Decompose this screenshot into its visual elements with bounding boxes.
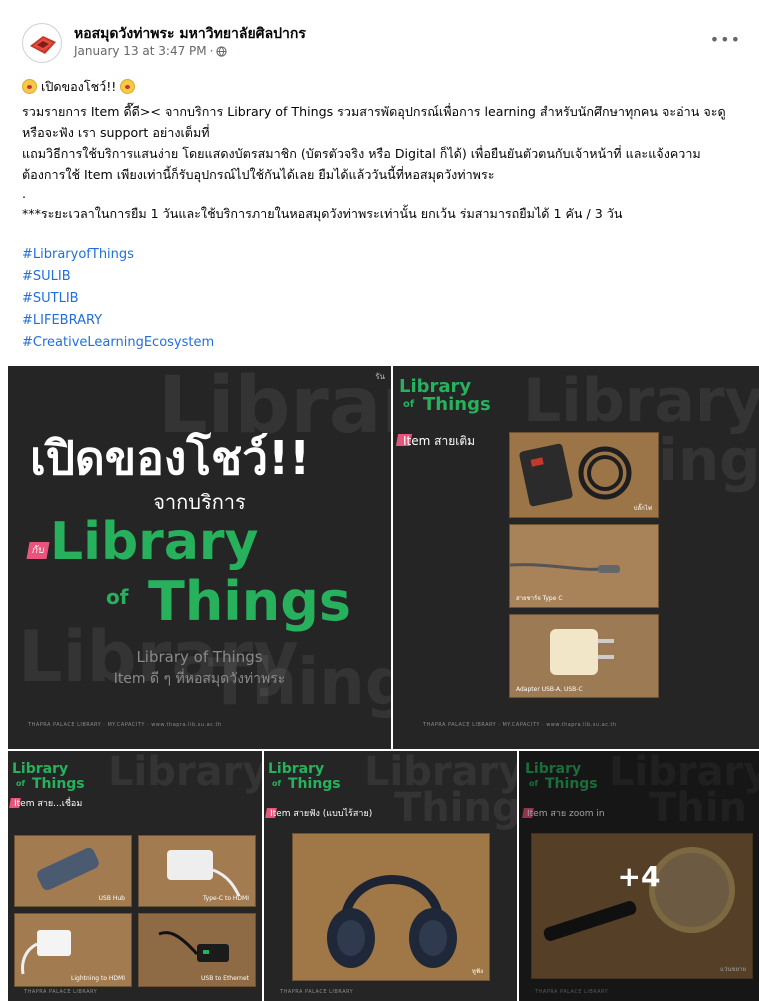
facebook-post: หอสมุดวังท่าพระ มหาวิทยาลัยศิลปากร Janua… xyxy=(0,0,759,1001)
library-logo-word-1: Library xyxy=(268,761,325,777)
post-timestamp[interactable]: January 13 at 3:47 PM xyxy=(74,44,207,58)
post-headline: เปิดของโชว์!! xyxy=(22,76,744,97)
product-photo-headphones: หูฟัง xyxy=(292,833,490,981)
emoji-icon xyxy=(120,79,136,94)
background-watermark: ing xyxy=(658,426,759,494)
photo-caption: USB Hub xyxy=(98,895,125,902)
tile-tag: กับ xyxy=(26,542,50,559)
hashtag-link[interactable]: #SUTLIB xyxy=(22,288,214,310)
post-image-4[interactable]: Library Thing Library of Things Item สาย… xyxy=(264,751,517,1001)
paragraph-1: รวมรายการ Item ดี๊ดี>< จากบริการ Library… xyxy=(22,104,726,140)
library-logo-word-2: Things xyxy=(148,570,352,633)
library-logo-of: of xyxy=(106,585,129,609)
item-category-label: Item สาย...เชื่อม xyxy=(14,799,83,809)
post-image-1[interactable]: Library Library Things รัน เปิดของโชว์!!… xyxy=(8,366,391,749)
paragraph-dot: . xyxy=(22,186,27,201)
background-watermark: Library xyxy=(108,751,262,795)
tile-footer: THAPRA PALACE LIBRARY · MY.CAPACITY · ww… xyxy=(423,722,617,728)
hashtag-link[interactable]: #CreativeLearningEcosystem xyxy=(22,332,214,354)
photo-caption: สายชาร์จ Type C xyxy=(516,595,563,602)
paragraph-2: แถมวิธีการใช้บริการแสนง่าย โดยแสดงบัตรสม… xyxy=(22,146,701,182)
library-logo-word-1: Library xyxy=(399,376,472,397)
background-watermark: Thing xyxy=(394,785,517,831)
product-photo-type-c-cable: สายชาร์จ Type C xyxy=(509,524,659,608)
globe-icon xyxy=(216,45,228,57)
library-logo-of: of xyxy=(403,399,415,410)
photo-caption: Type-C to HDMI xyxy=(202,895,249,902)
tile-headline: เปิดของโชว์!! xyxy=(30,431,311,485)
emoji-icon xyxy=(22,79,37,94)
photo-caption: USB to Ethernet xyxy=(201,975,249,982)
more-photos-count: +4 xyxy=(617,859,661,893)
post-image-3[interactable]: Library Library of Things Item สาย...เชื… xyxy=(8,751,262,1001)
more-photos-overlay[interactable]: +4 xyxy=(519,751,759,1001)
product-photo-adapter: Adapter USB-A, USB-C xyxy=(509,614,659,698)
headline-text: เปิดของโชว์!! xyxy=(41,79,117,94)
tile-footer: THAPRA PALACE LIBRARY xyxy=(24,989,98,995)
post-image-2[interactable]: Library ing Library of Things Item สายเต… xyxy=(393,366,759,749)
paragraph-3: ***ระยะเวลาในการยืม 1 วันและใช้บริการภาย… xyxy=(22,206,623,221)
library-logo-of: of xyxy=(272,779,281,788)
photo-caption: Adapter USB-A, USB-C xyxy=(516,686,583,693)
product-photo-usb-ethernet: USB to Ethernet xyxy=(138,913,256,987)
more-options-icon[interactable]: ••• xyxy=(710,30,741,49)
post-body: เปิดของโชว์!! รวมรายการ Item ดี๊ดี>< จาก… xyxy=(22,76,744,224)
library-logo-word-2: Things xyxy=(288,776,341,792)
item-category-label: Item สายฟัง (แบบไร้สาย) xyxy=(270,809,373,819)
post-image-5[interactable]: Library Thin Library of Things Item สาย … xyxy=(519,751,759,1001)
hashtag-link[interactable]: #SULIB xyxy=(22,266,214,288)
tile-footer: THAPRA PALACE LIBRARY · MY.CAPACITY · ww… xyxy=(28,722,222,728)
tile-footer: THAPRA PALACE LIBRARY xyxy=(280,989,354,995)
product-photo-type-c-hdmi: Type-C to HDMI xyxy=(138,835,256,907)
post-meta: January 13 at 3:47 PM · xyxy=(74,44,228,58)
photo-caption: Lightning to HDMI xyxy=(71,975,125,982)
tile-caption-2: Item ดี ๆ ที่หอสมุดวังท่าพระ xyxy=(113,671,286,687)
photo-caption: ปลั๊กไฟ xyxy=(633,505,652,512)
hashtag-link[interactable]: #LIFEBRARY xyxy=(22,310,214,332)
library-logo-word-2: Things xyxy=(423,394,491,415)
meta-separator: · xyxy=(209,44,214,58)
library-logo-of: of xyxy=(16,779,25,788)
corner-mark: รัน xyxy=(375,372,385,381)
page-name[interactable]: หอสมุดวังท่าพระ มหาวิทยาลัยศิลปากร xyxy=(74,23,306,45)
hashtag-list: #LibraryofThings #SULIB #SUTLIB #LIFEBRA… xyxy=(22,244,214,354)
library-logo-icon xyxy=(30,36,56,54)
tile-caption-1: Library of Things xyxy=(136,648,263,666)
product-photo-power-strip: ปลั๊กไฟ xyxy=(509,432,659,518)
product-photo-lightning-hdmi: Lightning to HDMI xyxy=(14,913,132,987)
page-avatar[interactable] xyxy=(22,23,62,63)
hashtag-link[interactable]: #LibraryofThings xyxy=(22,244,214,266)
photo-caption: หูฟัง xyxy=(471,968,483,975)
library-logo-word-2: Things xyxy=(32,776,85,792)
library-logo-word-1: Library xyxy=(50,512,259,572)
product-photo-usb-hub: USB Hub xyxy=(14,835,132,907)
library-logo-word-1: Library xyxy=(12,761,69,777)
item-category-label: Item สายเติม xyxy=(403,434,476,448)
